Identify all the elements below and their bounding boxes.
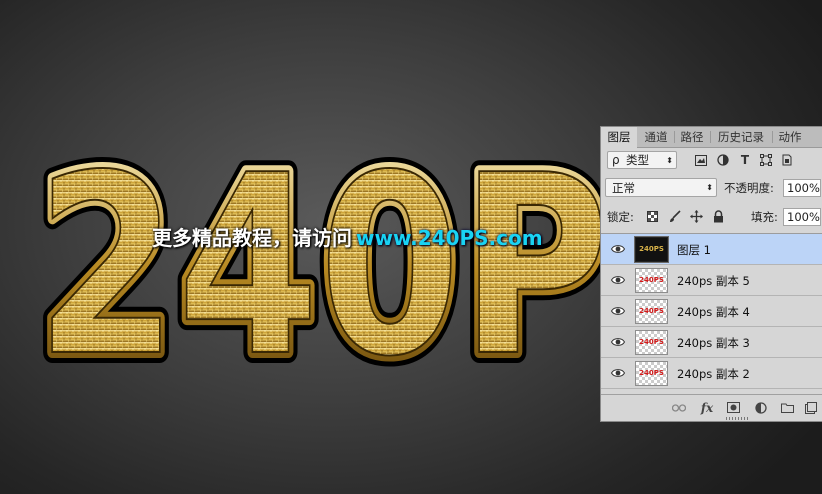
eye-icon[interactable] <box>611 336 625 348</box>
panel-bottom-toolbar: fx <box>601 394 822 421</box>
panel-tab-bar: 图层 通道 路径 历史记录 动作 <box>601 127 822 148</box>
tab-channels[interactable]: 通道 <box>639 127 673 147</box>
layer-row[interactable]: 240PS 240ps 副本 4 <box>601 296 822 327</box>
layer-list: 240PS 图层 1 240PS 240ps 副本 5 240PS 240ps … <box>601 233 822 394</box>
fill-label: 填充: <box>751 210 778 224</box>
layer-row[interactable]: 240PS 240ps 副本 2 <box>601 358 822 389</box>
layer-row[interactable]: 240PS 240ps 副本 5 <box>601 265 822 296</box>
eye-icon[interactable] <box>611 305 625 317</box>
panel-resize-grip[interactable] <box>726 417 748 420</box>
blend-mode-select[interactable]: 正常 ⬍ <box>605 178 717 197</box>
tab-paths[interactable]: 路径 <box>675 127 709 147</box>
opacity-label: 不透明度: <box>724 181 774 195</box>
eye-icon[interactable] <box>611 367 625 379</box>
tab-history[interactable]: 历史记录 <box>711 127 771 147</box>
lock-position-icon[interactable] <box>689 209 703 223</box>
watermark-url-text: www.240PS.com <box>356 226 543 250</box>
layer-row[interactable]: 240PS 图层 1 <box>601 234 822 265</box>
lock-row: 锁定: 填充: 100% <box>605 207 822 229</box>
layer-kind-label: 类型 <box>626 153 649 167</box>
eye-icon[interactable] <box>611 274 625 286</box>
chevron-updown-icon: ⬍ <box>666 156 673 165</box>
eye-icon[interactable] <box>611 243 625 255</box>
fx-icon[interactable]: fx <box>699 400 715 415</box>
smart-object-filter-icon[interactable] <box>779 152 795 168</box>
text-filter-icon[interactable]: T <box>737 152 753 168</box>
watermark-cn-text: 更多精品教程，请访问 <box>152 226 352 250</box>
layer-name[interactable]: 图层 1 <box>677 242 711 258</box>
adjustment-filter-icon[interactable] <box>715 152 731 168</box>
filter-row: ρ 类型 ⬍ T <box>605 151 822 173</box>
chevron-updown-icon: ⬍ <box>706 183 713 192</box>
opacity-input[interactable]: 100% <box>783 179 821 197</box>
lock-transparent-icon[interactable] <box>645 209 659 223</box>
layer-name[interactable]: 240ps 副本 4 <box>677 304 750 320</box>
tab-actions[interactable]: 动作 <box>773 127 807 147</box>
layer-thumbnail: 240PS <box>635 268 668 293</box>
layer-name[interactable]: 240ps 副本 2 <box>677 366 750 382</box>
lock-pixels-icon[interactable] <box>667 209 681 223</box>
lock-label: 锁定: <box>607 210 634 224</box>
layer-thumbnail: 240PS <box>635 361 668 386</box>
link-layers-icon[interactable] <box>671 400 687 415</box>
adjustment-layer-icon[interactable] <box>753 400 769 415</box>
blend-mode-value: 正常 <box>612 181 635 195</box>
layer-row[interactable]: 240PS 240ps 副本 3 <box>601 327 822 358</box>
add-mask-icon[interactable] <box>725 400 741 415</box>
layer-name[interactable]: 240ps 副本 3 <box>677 335 750 351</box>
layer-kind-filter-select[interactable]: ρ 类型 ⬍ <box>607 151 677 169</box>
layer-name[interactable]: 240ps 副本 5 <box>677 273 750 289</box>
layer-thumbnail: 240PS <box>635 330 668 355</box>
layer-thumbnail: 240PS <box>635 299 668 324</box>
layer-thumbnail: 240PS <box>634 236 669 263</box>
new-layer-icon[interactable] <box>803 400 819 415</box>
layers-panel: 图层 通道 路径 历史记录 动作 ρ 类型 ⬍ T 正常 ⬍ 不透明度: 100… <box>600 126 822 422</box>
search-icon: ρ <box>612 153 620 167</box>
image-filter-icon[interactable] <box>693 152 709 168</box>
tab-layers[interactable]: 图层 <box>601 127 637 148</box>
lock-all-icon[interactable] <box>711 209 725 223</box>
shape-filter-icon[interactable] <box>758 152 774 168</box>
new-group-icon[interactable] <box>779 400 795 415</box>
watermark: 更多精品教程，请访问 www.240PS.com <box>152 222 543 251</box>
fill-input[interactable]: 100% <box>783 208 821 226</box>
blend-row: 正常 ⬍ 不透明度: 100% <box>605 178 822 200</box>
